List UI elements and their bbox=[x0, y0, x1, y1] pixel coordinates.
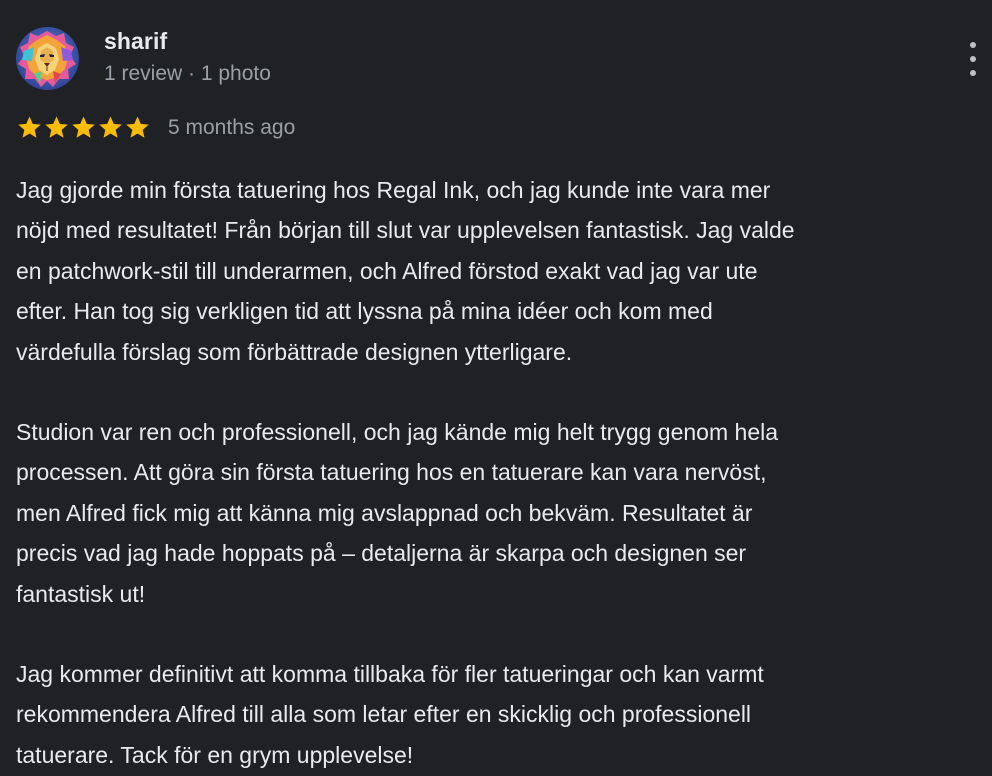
review-paragraph: Jag gjorde min första tatuering hos Rega… bbox=[16, 177, 795, 365]
more-vert-icon-dot bbox=[970, 70, 976, 76]
author-review-count[interactable]: 1 review · 1 photo bbox=[104, 62, 271, 86]
more-options-button[interactable] bbox=[958, 38, 988, 80]
star-icon bbox=[72, 115, 95, 138]
star-icon bbox=[99, 115, 122, 138]
star-icon bbox=[18, 115, 41, 138]
review-card: sharif 1 review · 1 photo 5 months ago J… bbox=[0, 0, 992, 776]
review-text: Jag gjorde min första tatuering hos Rega… bbox=[16, 170, 984, 775]
review-paragraph: Jag kommer definitivt att komma tillbaka… bbox=[16, 661, 764, 768]
more-vert-icon bbox=[970, 42, 976, 48]
star-rating bbox=[16, 112, 151, 142]
star-icon bbox=[45, 115, 68, 138]
author-avatar[interactable] bbox=[16, 27, 79, 90]
more-vert-icon-dot bbox=[970, 56, 976, 62]
author-name[interactable]: sharif bbox=[104, 28, 167, 55]
review-paragraph: Studion var ren och professionell, och j… bbox=[16, 419, 779, 607]
lion-avatar-icon bbox=[16, 27, 79, 90]
stars-row bbox=[16, 114, 151, 141]
review-date: 5 months ago bbox=[168, 116, 296, 139]
star-icon bbox=[126, 115, 149, 138]
